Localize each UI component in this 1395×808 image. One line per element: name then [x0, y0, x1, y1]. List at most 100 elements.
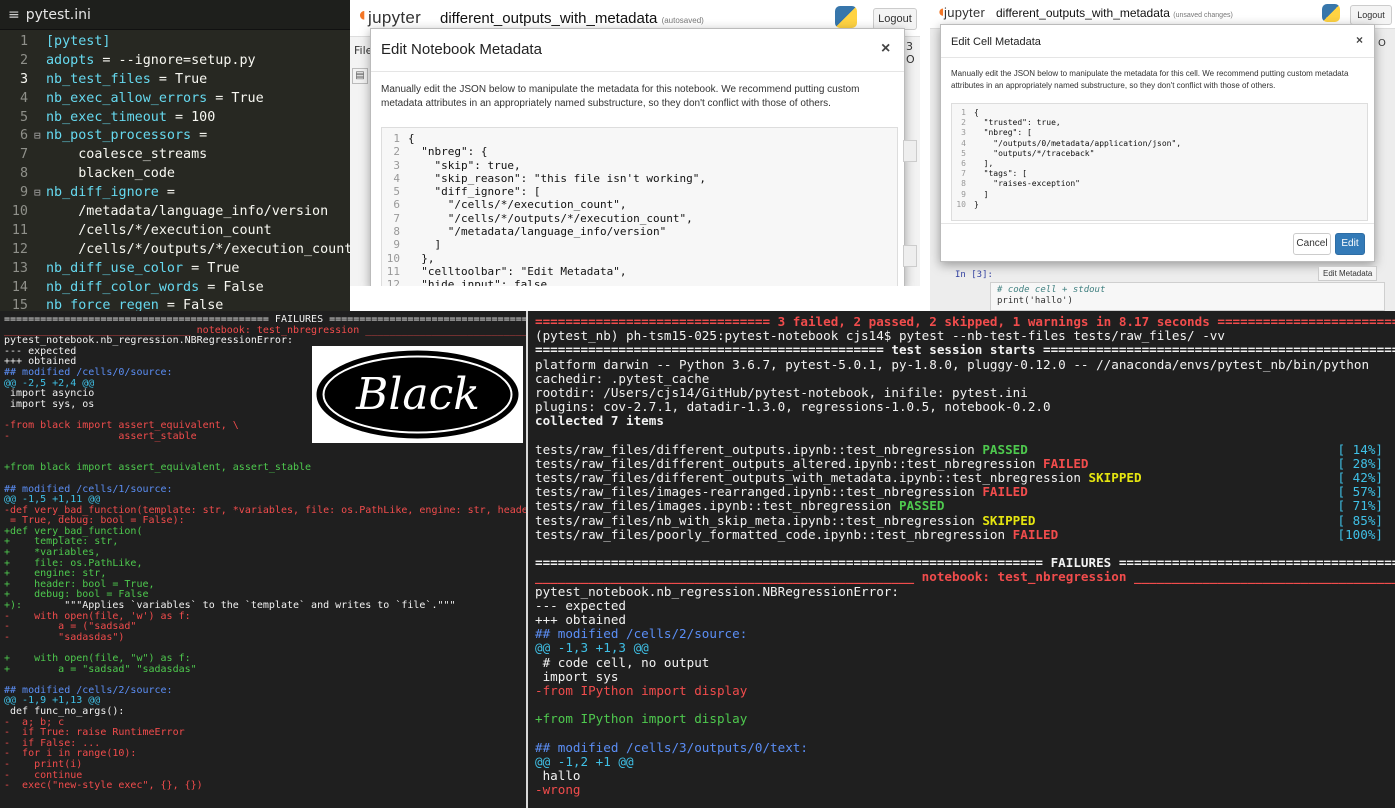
- line-text: collected 7 items: [535, 413, 664, 429]
- toolbar-button[interactable]: [903, 140, 917, 162]
- cell-metadata-window: ◖ jupyter different_outputs_with_metadat…: [930, 0, 1395, 311]
- notebook-name[interactable]: different_outputs_with_metadata: [440, 10, 657, 27]
- terminal-line: =============================== 3 failed…: [535, 314, 1395, 329]
- modal-description: Manually edit the JSON below to manipula…: [951, 69, 1349, 90]
- diff-line: def func_no_args():: [4, 705, 125, 717]
- config-key: nb_diff_use_color: [46, 260, 184, 276]
- json-line: 3 "nbreg": [: [952, 128, 1367, 138]
- terminal-line: plugins: cov-2.7.1, datadir-1.3.0, regre…: [535, 400, 1395, 414]
- line-number: 4: [393, 171, 400, 185]
- diff-line: ========================================…: [4, 314, 526, 325]
- json-line: 5 "outputs/*/traceback": [952, 149, 1367, 159]
- json-editor[interactable]: 1{2 "nbreg": {3 "skip": true, 4 "skip_rea…: [381, 127, 898, 292]
- terminal-line: tests/raw_files/poorly_formatted_code.ip…: [535, 527, 1395, 542]
- terminal-line: --- expected: [535, 598, 1395, 613]
- line-text: ________________________________________…: [535, 569, 1395, 585]
- config-key: nb_exec_timeout: [46, 109, 167, 125]
- diff-line: + a = "sadsad" "sadasdas": [4, 663, 197, 675]
- terminal-line: import sys: [535, 668, 1395, 684]
- terminal-lines: =============================== 3 failed…: [528, 311, 1395, 797]
- edit-button[interactable]: Edit: [1335, 233, 1365, 255]
- json-text: "celltoolbar": "Edit Metadata",: [408, 264, 627, 278]
- test-status: PASSED: [982, 441, 1028, 457]
- line-number: 8: [393, 225, 400, 239]
- panel-divider: [526, 311, 528, 808]
- config-key: nb_diff_color_words: [46, 279, 200, 295]
- line-number: 5: [961, 148, 966, 158]
- notebook-name[interactable]: different_outputs_with_metadata: [996, 6, 1170, 20]
- line-text: @@ -1,3 +1,3 @@: [535, 640, 649, 656]
- code-line: 3 nb_test_files = True: [0, 71, 350, 90]
- json-line: 9 ]: [952, 190, 1367, 200]
- json-text: ],: [974, 159, 994, 169]
- notebook-title[interactable]: different_outputs_with_metadata (autosav…: [440, 10, 704, 27]
- kernel-indicator: O: [1378, 38, 1386, 49]
- terminal-line: tests/raw_files/images-rearranged.ipynb:…: [535, 485, 1395, 499]
- line-number: 2: [393, 145, 400, 159]
- line-number: 10: [956, 199, 966, 209]
- line-number: 2: [961, 118, 966, 128]
- notebook-metadata-window: ◖ jupyter different_outputs_with_metadat…: [350, 0, 920, 311]
- json-text: ]: [408, 238, 442, 252]
- progress-percent: [ 14%]: [1337, 441, 1384, 457]
- terminal-line: -wrong: [535, 783, 1395, 797]
- json-line: 4 "/outputs/0/metadata/application/json"…: [952, 139, 1367, 149]
- test-status: FAILED: [1043, 455, 1089, 471]
- terminal-line: tests/raw_files/images.ipynb::test_nbreg…: [535, 499, 1395, 513]
- close-icon[interactable]: ×: [881, 40, 890, 58]
- cancel-button[interactable]: Cancel: [1293, 233, 1331, 255]
- terminal-line: pytest_notebook.nb_regression.NBRegressi…: [535, 583, 1395, 599]
- config-value: = False: [199, 279, 264, 295]
- config-value: coalesce_streams: [78, 147, 208, 163]
- terminal-line: +++ obtained: [535, 612, 1395, 627]
- logout-button[interactable]: Logout: [1350, 5, 1392, 25]
- line-number: 3: [961, 128, 966, 138]
- line-text: rootdir: /Users/cjs14/GitHub/pytest-note…: [535, 384, 1028, 400]
- close-icon[interactable]: ×: [1356, 33, 1363, 47]
- logout-button[interactable]: Logout: [873, 8, 917, 30]
- json-text: "raises-exception": [974, 179, 1080, 189]
- fold-icon[interactable]: ⊟: [34, 184, 46, 203]
- modal-description: Manually edit the JSON below to manipula…: [381, 84, 860, 109]
- line-text: tests/raw_files/different_outputs_with_m…: [535, 470, 1089, 486]
- json-line: 10 },: [382, 252, 897, 265]
- python-logo-icon: [1322, 4, 1340, 22]
- code-line: 2 adopts = --ignore=setup.py: [0, 52, 350, 71]
- line-text: import sys: [535, 668, 619, 684]
- black-logo-image: Black: [312, 346, 523, 443]
- terminal-line: +from IPython import display: [535, 712, 1395, 726]
- fold-icon[interactable]: ⊟: [34, 127, 46, 146]
- progress-percent: [ 85%]: [1337, 512, 1384, 528]
- editor-code-area[interactable]: 1 [pytest] 2 adopts = --ignore=setup.py 3 nb_…: [0, 30, 350, 311]
- line-number: 4: [961, 138, 966, 148]
- modal-divider: [941, 57, 1374, 58]
- json-text: {: [408, 132, 415, 145]
- terminal-line: tests/raw_files/different_outputs.ipynb:…: [535, 441, 1395, 457]
- line-number: 3: [19, 71, 28, 87]
- notebook-title[interactable]: different_outputs_with_metadata (unsaved…: [996, 6, 1233, 20]
- line-text: tests/raw_files/different_outputs.ipynb:…: [535, 441, 983, 457]
- code-line: 5 nb_exec_timeout = 100: [0, 109, 350, 128]
- progress-percent: [ 57%]: [1337, 484, 1384, 500]
- line-number: 10: [386, 251, 400, 265]
- line-number: 5: [393, 185, 400, 199]
- line-text: # code cell, no output: [535, 654, 710, 670]
- config-value: = 100: [166, 109, 216, 125]
- json-text: },: [408, 251, 435, 265]
- jupyter-logo-icon: ◖: [356, 4, 369, 26]
- json-text: ]: [974, 189, 989, 199]
- config-key: nb_force_regen: [46, 298, 159, 311]
- json-editor[interactable]: 1{2 "trusted": true, 3 "nbreg": [4 "/outp…: [951, 103, 1368, 221]
- line-text: pytest_notebook.nb_regression.NBRegressi…: [535, 583, 899, 599]
- edit-metadata-button[interactable]: Edit Metadata: [1318, 266, 1378, 281]
- config-value: = True: [150, 71, 208, 87]
- json-text: }: [974, 199, 979, 209]
- code-line: 1 [pytest]: [0, 33, 350, 52]
- line-text: hallo: [535, 768, 581, 783]
- save-icon[interactable]: ▤: [352, 68, 368, 84]
- cell-code: print('hallo'): [997, 296, 1073, 306]
- toolbar-button[interactable]: [903, 245, 917, 267]
- code-cell[interactable]: # code cell + stdout print('hallo'): [990, 282, 1385, 311]
- editor-tab[interactable]: ≡ pytest.ini: [0, 0, 350, 30]
